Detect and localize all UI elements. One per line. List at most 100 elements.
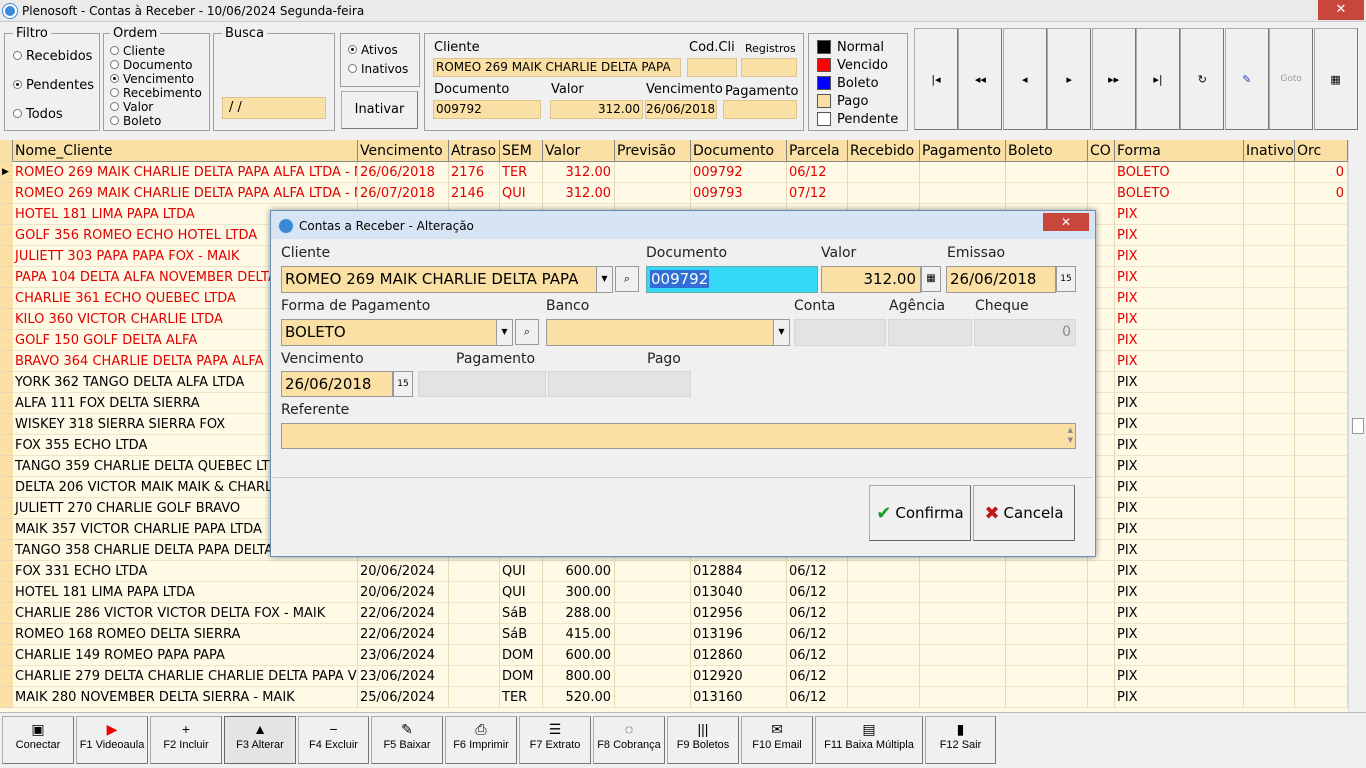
table-cell[interactable]	[615, 687, 691, 708]
table-cell[interactable]: 312.00	[543, 183, 615, 204]
fkey-button[interactable]: − F4 Excluir	[298, 716, 369, 764]
table-cell[interactable]: 009792	[691, 162, 787, 183]
table-cell[interactable]	[920, 561, 1006, 582]
table-cell[interactable]	[615, 603, 691, 624]
emissao-calendar-button[interactable]: 15	[1056, 266, 1076, 292]
table-cell[interactable]: QUI	[500, 561, 543, 582]
table-cell[interactable]: PIX	[1115, 582, 1244, 603]
row-indicator[interactable]	[0, 414, 13, 435]
table-cell[interactable]	[1088, 666, 1115, 687]
table-cell[interactable]	[1295, 456, 1348, 477]
cliente-search-button[interactable]: ⌕	[615, 266, 639, 292]
table-cell[interactable]: 06/12	[787, 162, 848, 183]
table-cell[interactable]	[1295, 330, 1348, 351]
row-indicator[interactable]	[0, 687, 13, 708]
table-cell[interactable]: PIX	[1115, 456, 1244, 477]
table-cell[interactable]: PIX	[1115, 372, 1244, 393]
table-cell[interactable]: 22/06/2024	[358, 624, 449, 645]
fkey-button[interactable]: ||| F9 Boletos	[667, 716, 739, 764]
table-cell[interactable]	[1006, 645, 1088, 666]
fkey-button[interactable]: ✉ F10 Email	[741, 716, 813, 764]
table-cell[interactable]: ROMEO 269 MAIK CHARLIE DELTA PAPA ALFA L…	[13, 162, 358, 183]
table-cell[interactable]: PIX	[1115, 393, 1244, 414]
table-cell[interactable]	[848, 183, 920, 204]
table-cell[interactable]: TER	[500, 687, 543, 708]
table-cell[interactable]: CHARLIE 279 DELTA CHARLIE CHARLIE DELTA …	[13, 666, 358, 687]
table-cell[interactable]: 06/12	[787, 582, 848, 603]
table-cell[interactable]	[1295, 288, 1348, 309]
table-cell[interactable]	[1006, 624, 1088, 645]
table-cell[interactable]: QUI	[500, 582, 543, 603]
row-indicator[interactable]	[0, 624, 13, 645]
ativos-option[interactable]: Ativos	[348, 43, 398, 57]
row-indicator[interactable]	[0, 246, 13, 267]
table-cell[interactable]: PIX	[1115, 645, 1244, 666]
table-cell[interactable]	[1088, 687, 1115, 708]
table-cell[interactable]: 012956	[691, 603, 787, 624]
column-header[interactable]: CO	[1088, 140, 1115, 162]
table-cell[interactable]: 415.00	[543, 624, 615, 645]
table-cell[interactable]	[615, 624, 691, 645]
table-cell[interactable]	[615, 645, 691, 666]
table-cell[interactable]	[848, 603, 920, 624]
column-header[interactable]: Boleto	[1006, 140, 1088, 162]
grid-vertical-scrollbar[interactable]	[1348, 140, 1366, 712]
table-cell[interactable]: 288.00	[543, 603, 615, 624]
table-cell[interactable]	[1295, 540, 1348, 561]
vencimento-calendar-button[interactable]: 15	[393, 371, 413, 397]
row-indicator[interactable]	[0, 351, 13, 372]
table-cell[interactable]: 2176	[449, 162, 500, 183]
table-cell[interactable]	[1088, 162, 1115, 183]
table-cell[interactable]	[1088, 582, 1115, 603]
table-cell[interactable]	[920, 666, 1006, 687]
last-record-button[interactable]: ▸|	[1136, 28, 1180, 130]
table-cell[interactable]: 06/12	[787, 624, 848, 645]
table-cell[interactable]	[1244, 477, 1295, 498]
window-close-button[interactable]: ✕	[1318, 0, 1364, 20]
table-cell[interactable]: PIX	[1115, 330, 1244, 351]
filtro-option[interactable]: Recebidos	[13, 49, 92, 64]
table-cell[interactable]	[1244, 330, 1295, 351]
column-header[interactable]: Inativo	[1244, 140, 1295, 162]
table-cell[interactable]: 009793	[691, 183, 787, 204]
table-cell[interactable]	[449, 582, 500, 603]
table-cell[interactable]: 06/12	[787, 645, 848, 666]
table-cell[interactable]: ROMEO 168 ROMEO DELTA SIERRA	[13, 624, 358, 645]
table-cell[interactable]	[1295, 246, 1348, 267]
table-cell[interactable]	[615, 183, 691, 204]
table-cell[interactable]	[848, 162, 920, 183]
table-cell[interactable]: 06/12	[787, 561, 848, 582]
radio-button[interactable]	[13, 80, 22, 89]
table-cell[interactable]: PIX	[1115, 267, 1244, 288]
table-cell[interactable]	[1006, 603, 1088, 624]
table-cell[interactable]: 26/07/2018	[358, 183, 449, 204]
table-cell[interactable]	[920, 183, 1006, 204]
table-cell[interactable]: FOX 331 ECHO LTDA	[13, 561, 358, 582]
table-cell[interactable]: PIX	[1115, 288, 1244, 309]
table-cell[interactable]: 012920	[691, 666, 787, 687]
table-cell[interactable]	[1295, 414, 1348, 435]
next-record-button[interactable]: ▸	[1047, 28, 1092, 130]
table-cell[interactable]	[1244, 582, 1295, 603]
table-cell[interactable]: PIX	[1115, 624, 1244, 645]
row-indicator[interactable]	[0, 603, 13, 624]
table-cell[interactable]: 2146	[449, 183, 500, 204]
table-cell[interactable]	[920, 645, 1006, 666]
previous-record-button[interactable]: ◂	[1002, 28, 1047, 130]
table-cell[interactable]: SáB	[500, 603, 543, 624]
row-indicator[interactable]	[0, 204, 13, 225]
table-cell[interactable]	[1244, 603, 1295, 624]
table-cell[interactable]: PIX	[1115, 414, 1244, 435]
table-cell[interactable]	[1244, 561, 1295, 582]
table-cell[interactable]	[1088, 603, 1115, 624]
table-cell[interactable]	[1006, 561, 1088, 582]
inativar-button[interactable]: Inativar	[341, 91, 418, 129]
table-cell[interactable]: 0	[1295, 162, 1348, 183]
table-cell[interactable]: PIX	[1115, 561, 1244, 582]
table-cell[interactable]: 07/12	[787, 183, 848, 204]
table-cell[interactable]	[449, 624, 500, 645]
table-cell[interactable]: 013160	[691, 687, 787, 708]
table-cell[interactable]	[1244, 519, 1295, 540]
table-cell[interactable]: 0	[1295, 183, 1348, 204]
table-cell[interactable]	[1244, 351, 1295, 372]
